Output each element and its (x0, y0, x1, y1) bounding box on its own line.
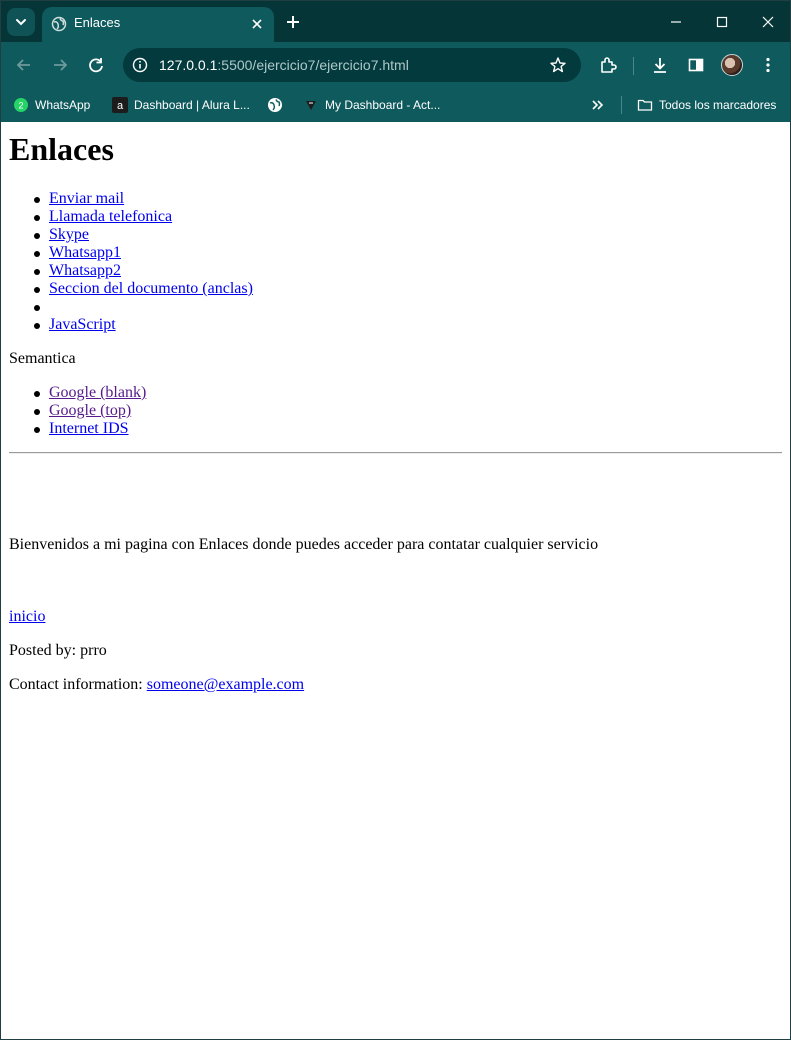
list-item: JavaScript (34, 316, 116, 334)
svg-text:a: a (117, 100, 124, 112)
dashboard-icon (306, 101, 316, 110)
close-icon[interactable] (249, 16, 265, 32)
chevron-down-icon (16, 19, 26, 26)
site-info-icon[interactable] (132, 57, 148, 73)
more-menu-icon[interactable] (757, 54, 779, 76)
tab-search-button[interactable] (7, 8, 35, 36)
list-item: Google (top) (33, 402, 131, 420)
bookmarks-bar: 2 WhatsApp a Dashboard | Alura L... My D… (1, 88, 790, 122)
address-bar[interactable]: 127.0.0.1:5500/ejercicio7/ejercicio7.htm… (123, 48, 581, 82)
globe-icon (268, 98, 282, 112)
toolbar-separator (633, 57, 634, 75)
link-javascript[interactable]: JavaScript (49, 316, 116, 333)
bookmark-star-icon[interactable] (549, 56, 567, 74)
browser-toolbar: 127.0.0.1:5500/ejercicio7/ejercicio7.htm… (1, 42, 790, 88)
bookmark-alura[interactable]: a Dashboard | Alura L... (112, 96, 250, 114)
more-bookmarks-icon[interactable] (589, 97, 605, 113)
posted-by: Posted by: prro (9, 642, 107, 659)
active-tab[interactable]: Enlaces (42, 7, 274, 42)
bookmark-my-dashboard[interactable]: My Dashboard - Act... (303, 96, 440, 114)
profile-avatar[interactable] (721, 54, 743, 76)
welcome-text: Bienvenidos a mi pagina con Enlaces dond… (9, 536, 599, 553)
svg-text:2: 2 (18, 101, 23, 111)
url-text: 127.0.0.1:5500/ejercicio7/ejercicio7.htm… (159, 57, 409, 73)
list-item: Seccion del documento (anclas) (34, 280, 253, 298)
forward-icon[interactable] (49, 54, 71, 76)
bookmark-globe[interactable] (267, 96, 289, 114)
list-item: Internet IDS (34, 420, 129, 438)
link-internet-ids[interactable]: Internet IDS (49, 420, 129, 437)
list-item: Skype (34, 226, 89, 244)
download-icon[interactable] (649, 54, 671, 76)
url-path: :5500/ejercicio7/ejercicio7.html (217, 57, 409, 73)
bookmark-whatsapp[interactable]: 2 WhatsApp (13, 96, 90, 114)
globe-icon (51, 16, 67, 32)
link-contact-email[interactable]: someone@example.com (147, 676, 304, 693)
all-bookmarks-folder[interactable]: Todos los marcadores (637, 96, 776, 114)
list-item: Whatsapp1 (34, 244, 121, 262)
inicio-link-wrap: inicio (9, 608, 45, 626)
link-whatsapp2[interactable]: Whatsapp2 (49, 262, 121, 279)
link-skype[interactable]: Skype (49, 226, 89, 243)
folder-icon (637, 99, 653, 111)
page-content: Enlaces Enviar mail Llamada telefonica S… (1, 122, 790, 1039)
list-item: Google (blank) (33, 384, 146, 402)
whatsapp-icon: 2 (14, 98, 28, 112)
link-whatsapp1[interactable]: Whatsapp1 (49, 244, 121, 261)
link-llamada-telefonica[interactable]: Llamada telefonica (49, 208, 172, 225)
new-tab-icon[interactable] (283, 12, 303, 32)
side-panel-icon[interactable] (685, 54, 707, 76)
list-item: Enviar mail (33, 190, 124, 208)
browser-window: Enlaces 127.0.0.1:5500/ejercicio7/ejerci… (0, 0, 791, 1040)
bookmark-label: WhatsApp (35, 98, 91, 112)
title-bar: Enlaces (1, 1, 790, 42)
all-bookmarks-label: Todos los marcadores (659, 98, 777, 112)
back-icon[interactable] (13, 54, 35, 76)
contact-info: Contact information: someone@example.com (9, 676, 304, 694)
link-google-top[interactable]: Google (top) (49, 402, 131, 419)
window-close-icon[interactable] (757, 11, 779, 33)
horizontal-rule (9, 452, 782, 454)
bookmark-label: My Dashboard - Act... (325, 98, 441, 112)
maximize-icon[interactable] (711, 11, 733, 33)
contact-label: Contact information: (9, 676, 147, 693)
alura-icon: a (112, 97, 128, 113)
url-host: 127.0.0.1 (159, 57, 218, 73)
link-google-blank[interactable]: Google (blank) (49, 384, 146, 401)
extensions-icon[interactable] (597, 54, 619, 76)
link-seccion-documento[interactable]: Seccion del documento (anclas) (49, 280, 253, 297)
minimize-icon[interactable] (665, 11, 687, 33)
reload-icon[interactable] (85, 54, 107, 76)
list-item: Whatsapp2 (34, 262, 121, 280)
list-item: Llamada telefonica (33, 208, 172, 226)
link-inicio[interactable]: inicio (9, 608, 45, 625)
tab-title: Enlaces (74, 15, 121, 30)
bookmarks-separator (621, 96, 622, 114)
bookmark-label: Dashboard | Alura L... (134, 98, 250, 112)
page-title: Enlaces (9, 131, 114, 167)
link-enviar-mail[interactable]: Enviar mail (49, 190, 124, 207)
semantica-label: Semantica (9, 350, 76, 367)
